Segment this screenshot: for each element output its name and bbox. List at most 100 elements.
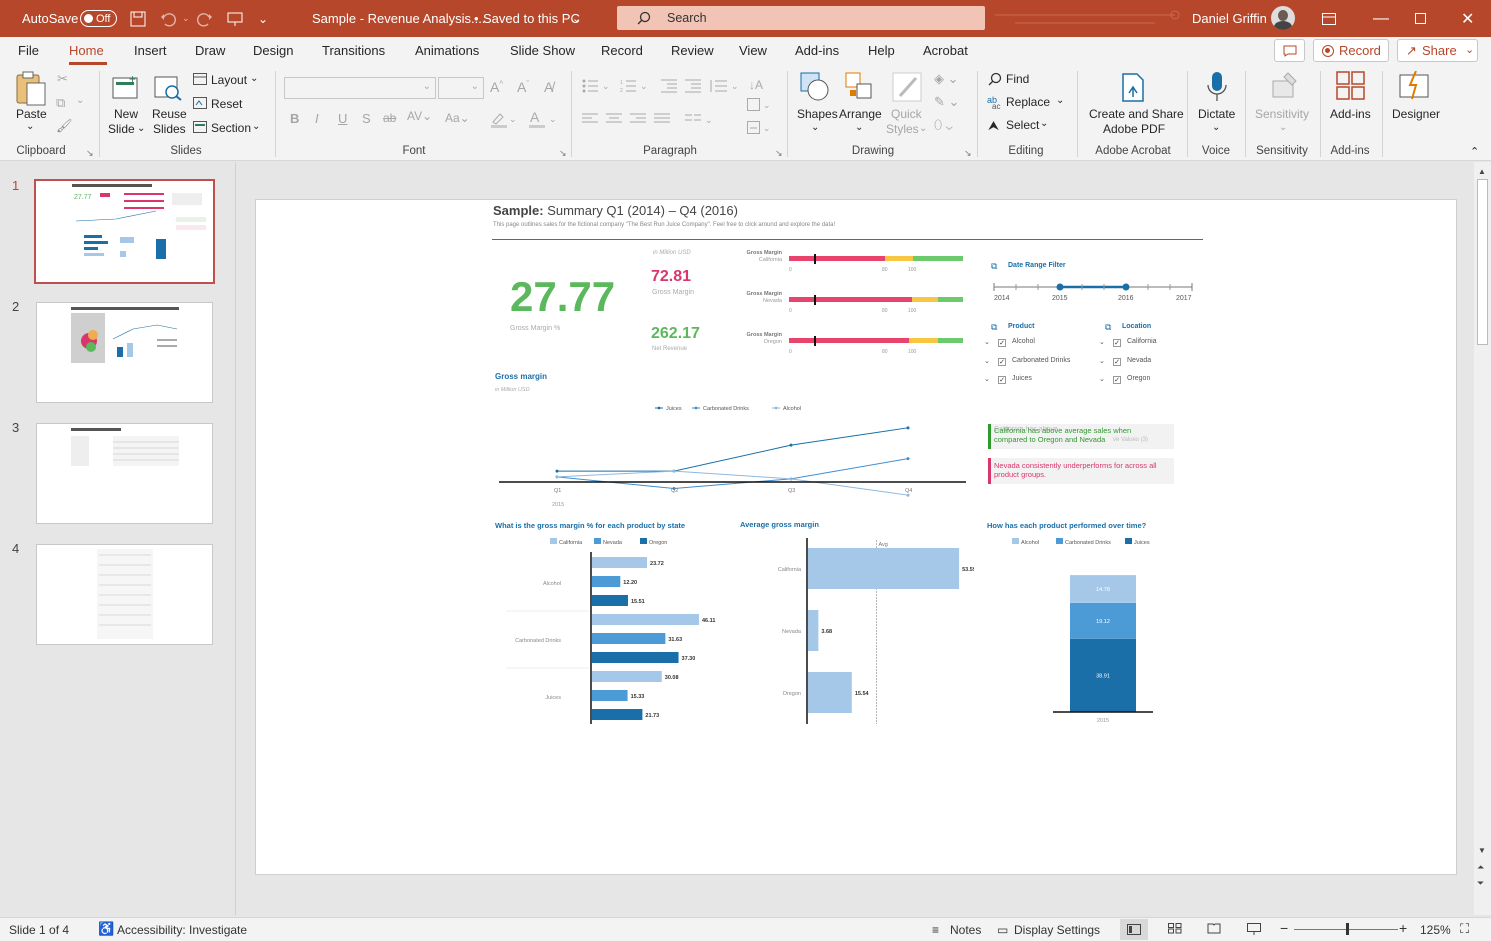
collapse-ribbon-icon[interactable]: ⌃: [1470, 145, 1479, 158]
user-name[interactable]: Daniel Griffin: [1192, 0, 1267, 37]
copy-dropdown-icon[interactable]: ⌄: [76, 95, 84, 106]
find-icon[interactable]: [988, 72, 1002, 89]
section-icon[interactable]: [193, 121, 207, 136]
create-pdf-icon[interactable]: [1119, 73, 1147, 106]
cut-icon[interactable]: ✂: [57, 71, 68, 87]
tab-acrobat[interactable]: Acrobat: [923, 43, 968, 58]
checkbox[interactable]: ✓: [1113, 357, 1121, 366]
quick-styles-icon[interactable]: [892, 72, 924, 105]
reset-icon[interactable]: [193, 97, 207, 112]
microphone-icon[interactable]: [1205, 71, 1229, 106]
sensitivity-dropdown-icon[interactable]: ⌄: [1279, 122, 1287, 133]
new-slide-label-1[interactable]: New: [114, 107, 138, 121]
accessibility-icon[interactable]: ♿: [98, 921, 114, 937]
reset-label[interactable]: Reset: [211, 97, 242, 111]
quick-styles-label-2[interactable]: Styles: [886, 122, 919, 136]
zoom-out-icon[interactable]: −: [1280, 920, 1288, 936]
new-slide-dropdown-icon[interactable]: ⌄: [137, 123, 145, 134]
comments-button[interactable]: [1274, 39, 1305, 62]
fit-slide-icon[interactable]: ⛶: [1460, 921, 1469, 937]
checkbox[interactable]: ✓: [1113, 376, 1121, 384]
paste-dropdown-icon[interactable]: ⌄: [26, 121, 34, 132]
insight-note-red[interactable]: Nevada consistently underperforms for ac…: [988, 458, 1174, 484]
customize-toolbar-icon[interactable]: ⌄: [258, 0, 268, 37]
date-range-slider[interactable]: [993, 278, 1193, 308]
quick-styles-dropdown-icon[interactable]: ⌄: [919, 123, 927, 134]
checkbox[interactable]: ✓: [1113, 339, 1121, 347]
replace-label[interactable]: Replace: [1006, 95, 1050, 109]
select-label[interactable]: Select: [1006, 118, 1039, 132]
align-center-icon[interactable]: [606, 113, 622, 128]
select-dropdown-icon[interactable]: ⌄: [1040, 118, 1048, 129]
clipboard-launcher-icon[interactable]: ↘: [86, 148, 94, 159]
arrange-label[interactable]: Arrange: [839, 107, 882, 121]
increase-indent-icon[interactable]: [685, 79, 701, 96]
change-case-icon[interactable]: Aa⌄: [445, 111, 470, 125]
tab-home[interactable]: Home: [69, 43, 104, 58]
tab-slide-show[interactable]: Slide Show: [510, 43, 575, 58]
select-icon[interactable]: ⮝: [988, 118, 999, 134]
font-name-input[interactable]: ⌄: [284, 77, 436, 99]
slide-canvas[interactable]: Sample: Summary Q1 (2014) – Q4 (2016) Th…: [255, 199, 1457, 875]
zoom-slider-thumb[interactable]: [1346, 923, 1349, 935]
display-settings-icon[interactable]: ▭: [997, 923, 1008, 937]
save-status[interactable]: Saved to this PC: [483, 0, 580, 37]
tab-add-ins[interactable]: Add-ins: [795, 43, 839, 58]
shape-outline-icon[interactable]: ✎ ⌄: [934, 94, 959, 110]
record-button[interactable]: Record: [1313, 39, 1389, 62]
tab-record[interactable]: Record: [601, 43, 643, 58]
slide-thumbnail-2[interactable]: [36, 302, 213, 403]
align-right-icon[interactable]: [630, 113, 646, 128]
arrange-icon[interactable]: [845, 72, 875, 105]
accessibility-status[interactable]: Accessibility: Investigate: [117, 923, 247, 937]
undo-icon[interactable]: [160, 0, 176, 37]
reuse-slides-icon[interactable]: [153, 73, 183, 104]
next-slide-icon[interactable]: ⏷: [1477, 878, 1484, 889]
reuse-slides-label-1[interactable]: Reuse: [152, 107, 187, 121]
font-color-icon[interactable]: A ⌄: [528, 109, 557, 131]
tab-review[interactable]: Review: [671, 43, 714, 58]
tab-animations[interactable]: Animations: [415, 43, 479, 58]
format-painter-icon[interactable]: 🖌: [56, 118, 73, 134]
reuse-slides-label-2[interactable]: Slides: [153, 122, 186, 136]
character-spacing-icon[interactable]: AV⌄: [407, 109, 432, 123]
slide-thumbnail-3[interactable]: [36, 423, 213, 524]
highlight-icon[interactable]: ⌄: [490, 110, 517, 131]
drawing-launcher-icon[interactable]: ↘: [964, 148, 972, 159]
italic-icon[interactable]: I: [315, 111, 319, 126]
align-text-icon[interactable]: ⌄: [747, 98, 773, 115]
font-size-input[interactable]: ⌄: [438, 77, 484, 99]
smartart-icon[interactable]: ⌄: [747, 121, 773, 138]
paragraph-launcher-icon[interactable]: ↘: [775, 148, 783, 159]
normal-view-button[interactable]: [1120, 919, 1148, 940]
slide-sorter-icon[interactable]: [1168, 923, 1182, 937]
tab-transitions[interactable]: Transitions: [322, 43, 385, 58]
undo-dropdown-icon[interactable]: ⌄: [182, 0, 190, 37]
checkbox[interactable]: ✓: [998, 376, 1006, 384]
zoom-in-icon[interactable]: +: [1399, 920, 1407, 936]
clear-formatting-icon[interactable]: A̸: [544, 79, 553, 95]
dictate-dropdown-icon[interactable]: ⌄: [1212, 122, 1220, 133]
checkbox[interactable]: ✓: [998, 357, 1006, 366]
shrink-font-icon[interactable]: Aˇ: [517, 79, 529, 95]
sensitivity-label[interactable]: Sensitivity: [1255, 107, 1309, 121]
previous-slide-icon[interactable]: ⏶: [1477, 862, 1484, 873]
insight-note-green[interactable]: California has above California has abov…: [988, 424, 1174, 449]
font-size-dropdown-icon[interactable]: ⌄: [471, 81, 479, 92]
numbering-icon[interactable]: 1 2 ⌄: [620, 79, 650, 96]
bullets-icon[interactable]: ⌄: [582, 79, 612, 96]
tab-view[interactable]: View: [739, 43, 767, 58]
slide-thumbnail-1[interactable]: 27.77: [34, 179, 215, 284]
shadow-icon[interactable]: S: [362, 111, 371, 126]
align-left-icon[interactable]: [582, 113, 598, 128]
shape-fill-icon[interactable]: ◈ ⌄: [934, 71, 959, 87]
arrange-dropdown-icon[interactable]: ⌄: [855, 122, 863, 133]
tab-design[interactable]: Design: [253, 43, 293, 58]
dictate-label[interactable]: Dictate: [1198, 107, 1235, 121]
columns-icon[interactable]: ⌄: [685, 113, 715, 128]
add-ins-label[interactable]: Add-ins: [1330, 107, 1371, 121]
notes-button[interactable]: Notes: [950, 923, 981, 937]
tab-insert[interactable]: Insert: [134, 43, 167, 58]
new-slide-icon[interactable]: +: [110, 72, 140, 104]
create-pdf-label-1[interactable]: Create and Share: [1089, 107, 1184, 121]
